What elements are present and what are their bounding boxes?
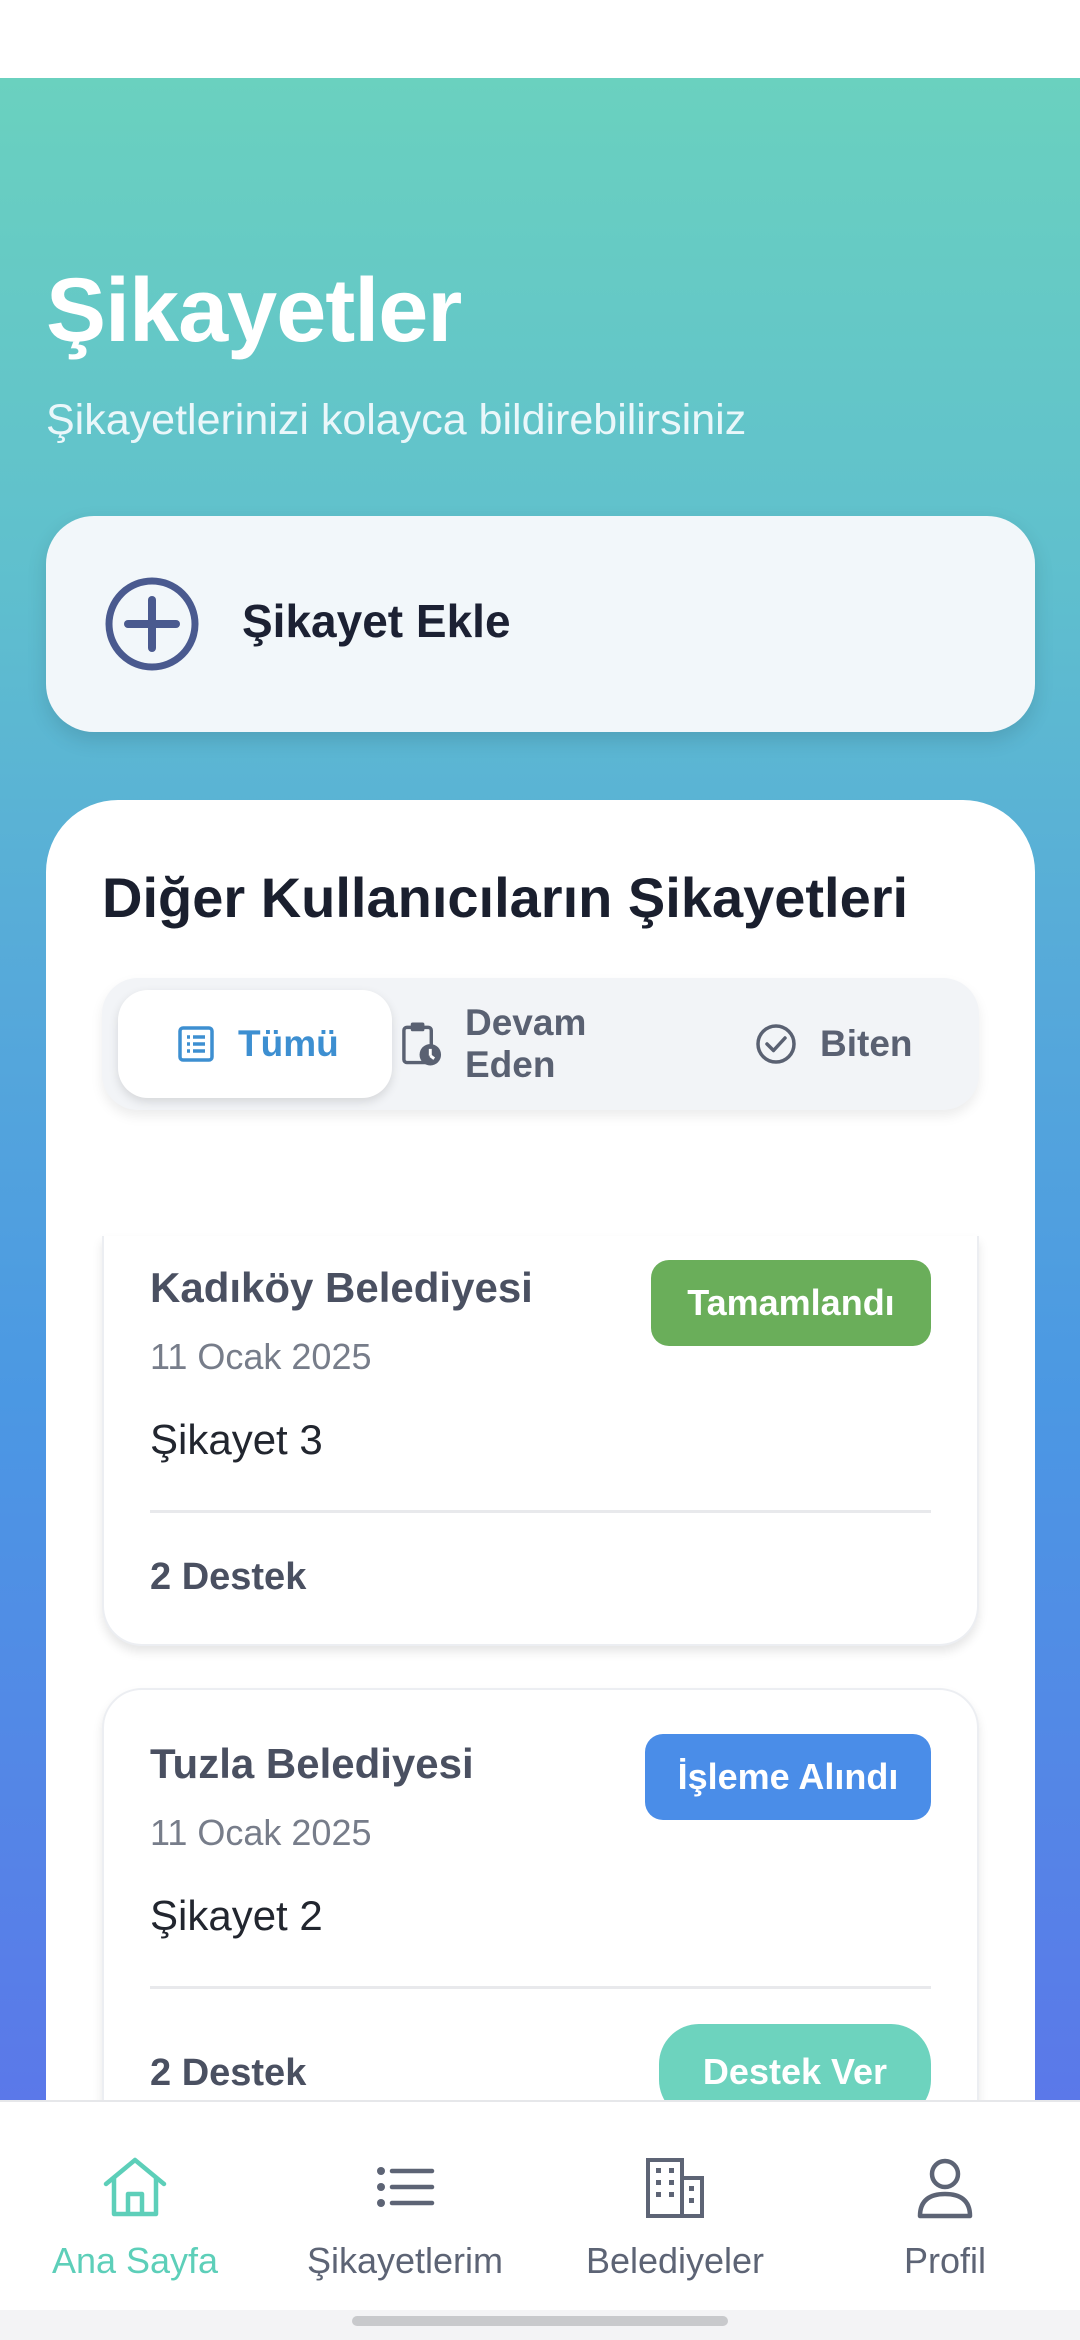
hero-section: Şikayetler Şikayetlerinizi kolayca bildi…	[0, 78, 1080, 2104]
complaint-card[interactable]: Tuzla Belediyesi İşleme Alındı 11 Ocak 2…	[102, 1688, 979, 2104]
section-title: Diğer Kullanıcıların Şikayetleri	[102, 866, 909, 929]
divider	[150, 1986, 931, 1989]
complaint-card[interactable]: Kadıköy Belediyesi Tamamlandı 11 Ocak 20…	[102, 1236, 979, 1646]
nav-profile[interactable]: Profil	[810, 2154, 1080, 2282]
clipboard-clock-icon	[402, 1022, 442, 1066]
tab-ongoing-label: Devam Eden	[465, 1002, 587, 1085]
support-count: 2 Destek	[150, 1556, 307, 1598]
complaint-date: 11 Ocak 2025	[150, 1812, 372, 1853]
add-complaint-button[interactable]: Şikayet Ekle	[46, 516, 1035, 732]
support-count: 2 Destek	[150, 2052, 307, 2094]
home-indicator[interactable]	[352, 2316, 728, 2326]
tab-all[interactable]: Tümü	[118, 990, 392, 1098]
complaint-municipality: Tuzla Belediyesi	[150, 1740, 474, 1787]
nav-my-complaints[interactable]: Şikayetlerim	[270, 2154, 540, 2282]
tab-done[interactable]: Biten	[702, 990, 962, 1098]
building-icon	[646, 2158, 704, 2218]
nav-municipalities[interactable]: Belediyeler	[540, 2154, 810, 2282]
nav-municipalities-label: Belediyeler	[585, 2240, 765, 2281]
home-icon	[103, 2157, 167, 2217]
status-badge: Tamamlandı	[651, 1260, 931, 1346]
tab-done-label: Biten	[820, 1023, 913, 1064]
list-icon	[377, 2167, 435, 2207]
complaint-date: 11 Ocak 2025	[150, 1336, 372, 1377]
page-subtitle: Şikayetlerinizi kolayca bildirebilirsini…	[46, 396, 747, 444]
nav-home-label: Ana Sayfa	[51, 2240, 219, 2281]
nav-home[interactable]: Ana Sayfa	[0, 2154, 270, 2282]
check-circle-icon	[756, 1024, 796, 1064]
filter-tabs: Tümü Devam Eden Biten	[102, 978, 979, 1110]
plus-circle-icon	[105, 577, 199, 671]
divider	[150, 1510, 931, 1513]
nav-profile-label: Profil	[903, 2240, 987, 2281]
user-icon	[917, 2158, 973, 2219]
complaint-title: Şikayet 3	[150, 1416, 323, 1463]
support-button[interactable]: Destek Ver	[659, 2024, 931, 2104]
add-complaint-label: Şikayet Ekle	[242, 595, 511, 647]
nav-my-complaints-label: Şikayetlerim	[306, 2240, 504, 2281]
tab-ongoing[interactable]: Devam Eden	[392, 990, 682, 1098]
bottom-nav: Ana Sayfa Şikayetlerim Belediyeler Profi…	[0, 2100, 1080, 2310]
status-badge: İşleme Alındı	[645, 1734, 931, 1820]
status-bar	[0, 0, 1080, 78]
complaint-title: Şikayet 2	[150, 1892, 323, 1939]
complaint-municipality: Kadıköy Belediyesi	[150, 1264, 533, 1311]
page-title: Şikayetler	[46, 261, 462, 361]
list-icon	[178, 1026, 214, 1062]
tab-all-label: Tümü	[238, 1023, 339, 1064]
complaints-panel: Diğer Kullanıcıların Şikayetleri Tümü De…	[46, 800, 1035, 2104]
